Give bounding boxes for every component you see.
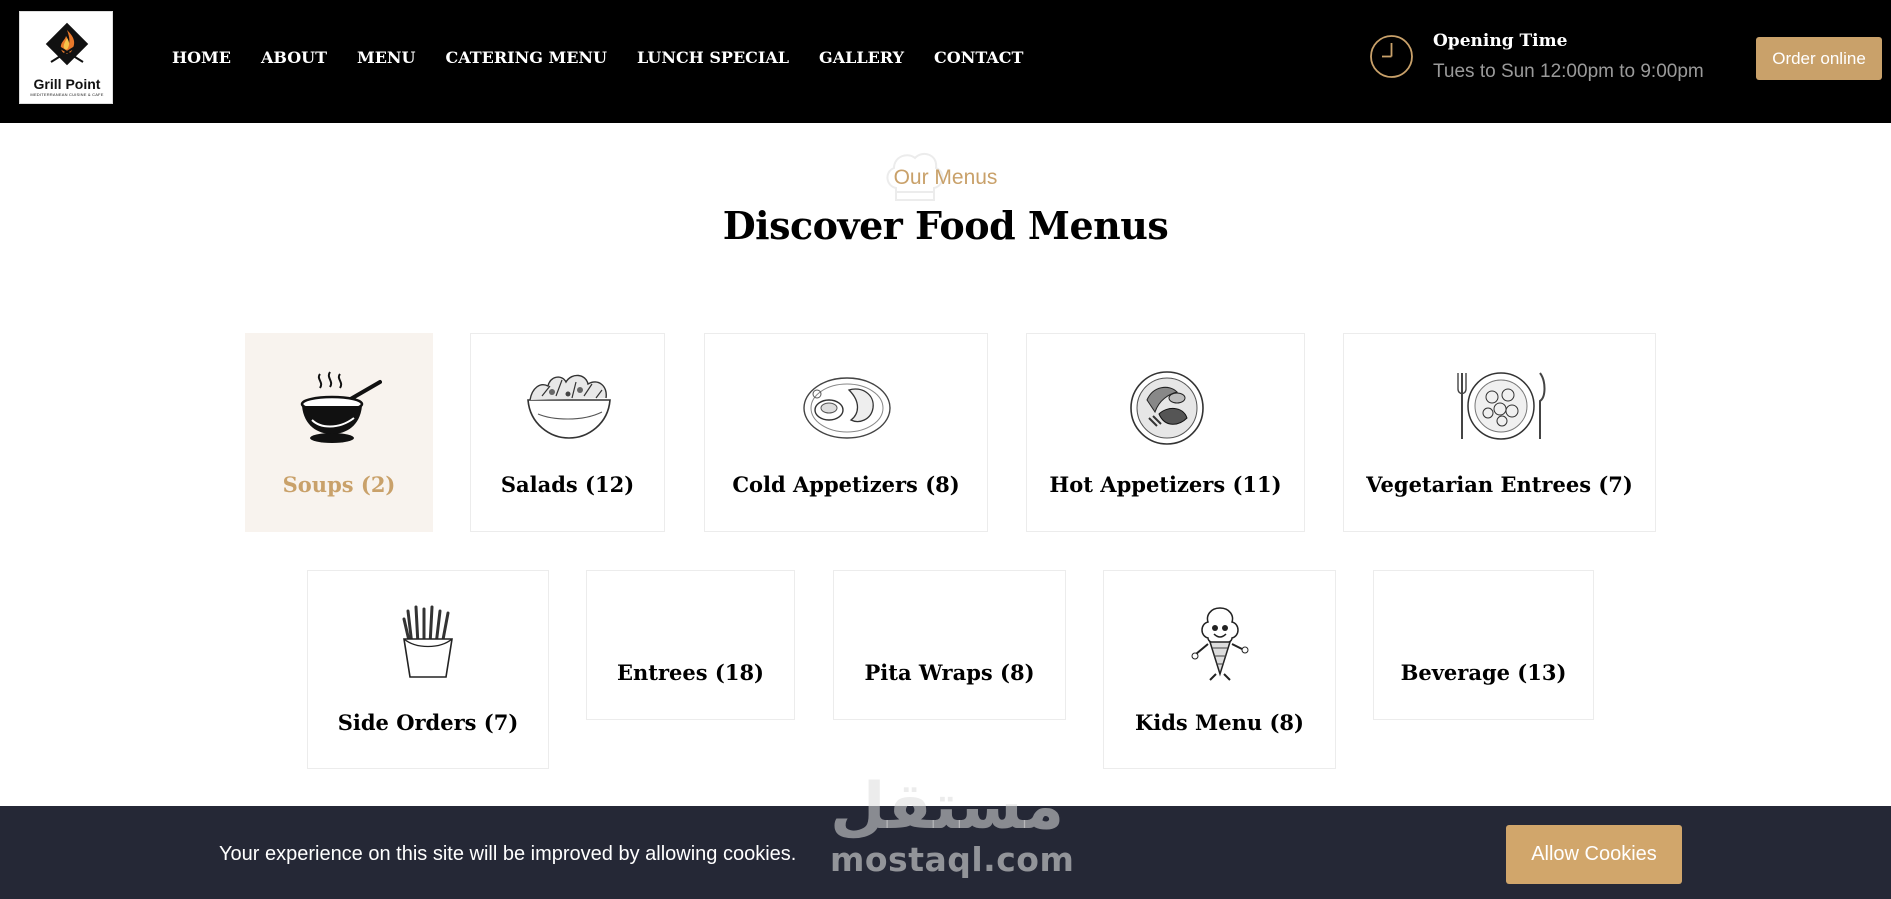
ice-cream-mascot-icon — [1191, 607, 1249, 681]
top-navigation-bar: Grill Point MEDITERRANEAN CUISINE & CAFE… — [0, 0, 1891, 123]
nav-catering-menu[interactable]: CATERING MENU — [445, 48, 607, 67]
section-eyebrow: Our Menus — [893, 166, 998, 189]
soup-bowl-icon — [300, 371, 382, 443]
category-card-beverage[interactable]: Beverage (13) — [1373, 570, 1594, 720]
fries-icon — [402, 605, 453, 678]
cookie-message: Your experience on this site will be imp… — [219, 843, 797, 865]
allow-cookies-button[interactable]: Allow Cookies — [1506, 825, 1682, 884]
category-label: Kids Menu (8) — [1135, 710, 1304, 735]
opening-time-title: Opening Time — [1433, 31, 1568, 51]
opening-hours: Tues to Sun 12:00pm to 9:00pm — [1433, 61, 1704, 82]
watermark-latin: mostaql.com — [830, 840, 1075, 879]
category-label: Vegetarian Entrees (7) — [1366, 472, 1633, 497]
hot-appetizer-plate-icon — [1130, 371, 1204, 445]
salad-bowl-icon — [527, 374, 611, 439]
order-online-button[interactable]: Order online — [1756, 37, 1882, 80]
logo-name: Grill Point — [33, 76, 101, 92]
watermark-arabic: مستقل — [830, 770, 1065, 844]
category-card-side-orders[interactable]: Side Orders (7) — [307, 570, 549, 769]
vegetarian-plate-icon — [1457, 372, 1546, 440]
category-card-pita-wraps[interactable]: Pita Wraps (8) — [833, 570, 1066, 720]
category-label: Pita Wraps (8) — [864, 660, 1035, 685]
nav-about[interactable]: ABOUT — [261, 48, 327, 67]
category-label: Beverage (13) — [1400, 660, 1567, 685]
logo-tagline: MEDITERRANEAN CUISINE & CAFE — [30, 92, 104, 97]
category-label: Salads (12) — [500, 472, 635, 497]
nav-gallery[interactable]: GALLERY — [819, 48, 904, 67]
category-card-soups[interactable]: Soups (2) — [245, 333, 433, 532]
category-label: Soups (2) — [282, 472, 396, 497]
category-label: Entrees (18) — [617, 660, 764, 685]
category-label: Cold Appetizers (8) — [732, 472, 960, 497]
category-card-vegetarian-entrees[interactable]: Vegetarian Entrees (7) — [1343, 333, 1656, 532]
nav-contact[interactable]: CONTACT — [934, 48, 1023, 67]
clock-icon — [1370, 35, 1413, 78]
category-label: Side Orders (7) — [337, 710, 519, 735]
site-logo[interactable]: Grill Point MEDITERRANEAN CUISINE & CAFE — [19, 11, 113, 104]
cold-appetizer-plate-icon — [803, 377, 891, 439]
category-card-kids-menu[interactable]: Kids Menu (8) — [1103, 570, 1336, 769]
main-nav: HOME ABOUT MENU CATERING MENU LUNCH SPEC… — [172, 48, 1023, 67]
nav-lunch-special[interactable]: LUNCH SPECIAL — [637, 48, 789, 67]
nav-home[interactable]: HOME — [172, 48, 231, 67]
category-label: Hot Appetizers (11) — [1049, 472, 1282, 497]
category-card-hot-appetizers[interactable]: Hot Appetizers (11) — [1026, 333, 1305, 532]
nav-menu[interactable]: MENU — [357, 48, 415, 67]
category-card-salads[interactable]: Salads (12) — [470, 333, 665, 532]
category-card-cold-appetizers[interactable]: Cold Appetizers (8) — [704, 333, 988, 532]
section-title: Discover Food Menus — [722, 203, 1169, 248]
category-card-entrees[interactable]: Entrees (18) — [586, 570, 795, 720]
